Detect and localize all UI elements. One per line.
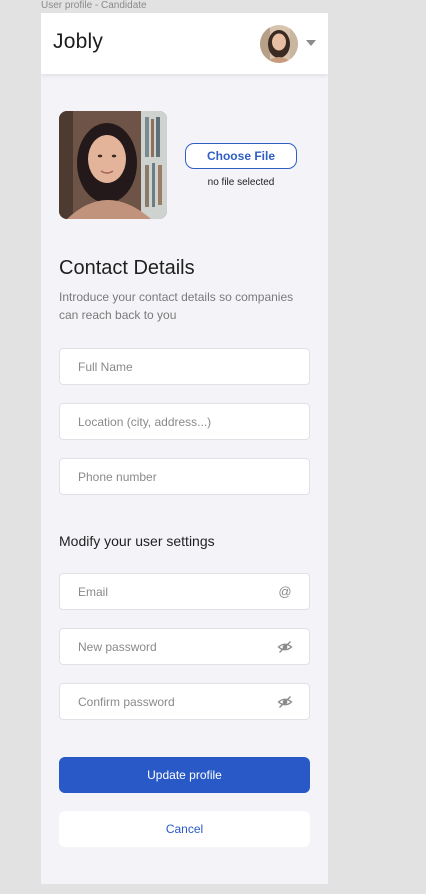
location-field[interactable] <box>59 403 310 440</box>
email-field[interactable]: @ <box>59 573 310 610</box>
profile-screen: Jobly Choose File no file selected Conta… <box>41 13 328 884</box>
user-settings-heading: Modify your user settings <box>59 533 215 549</box>
new-password-input[interactable] <box>60 629 309 664</box>
email-input[interactable] <box>60 574 309 609</box>
brand-logo[interactable]: Jobly <box>53 30 103 54</box>
full-name-input[interactable] <box>60 349 309 384</box>
profile-photo <box>59 111 167 219</box>
phone-field[interactable] <box>59 458 310 495</box>
confirm-password-input[interactable] <box>60 684 309 719</box>
eye-off-icon[interactable] <box>277 694 293 710</box>
eye-off-icon[interactable] <box>277 639 293 655</box>
confirm-password-field[interactable] <box>59 683 310 720</box>
top-bar: Jobly <box>41 13 328 74</box>
contact-details-description: Introduce your contact details so compan… <box>59 290 294 322</box>
update-profile-button[interactable]: Update profile <box>59 757 310 793</box>
phone-input[interactable] <box>60 459 309 494</box>
contact-details-heading: Contact Details <box>59 257 195 279</box>
avatar[interactable] <box>260 25 298 63</box>
location-input[interactable] <box>60 404 309 439</box>
chevron-down-icon[interactable] <box>306 40 316 46</box>
choose-file-button[interactable]: Choose File <box>185 143 297 169</box>
file-status-text: no file selected <box>207 177 275 188</box>
new-password-field[interactable] <box>59 628 310 665</box>
at-sign-icon: @ <box>278 584 292 599</box>
frame-label: User profile - Candidate <box>41 0 147 11</box>
full-name-field[interactable] <box>59 348 310 385</box>
cancel-button[interactable]: Cancel <box>59 811 310 847</box>
